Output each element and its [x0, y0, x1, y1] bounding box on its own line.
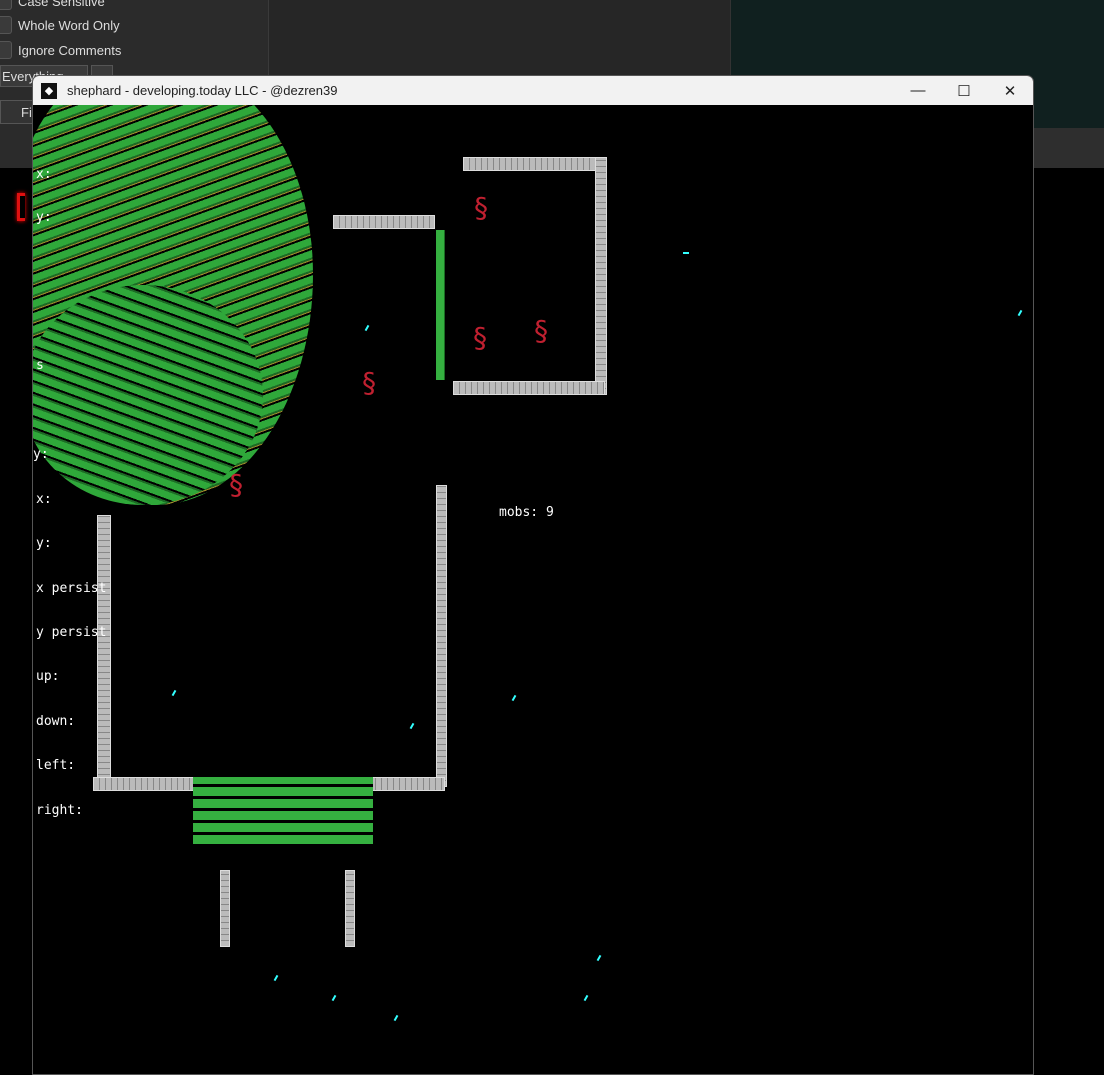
option-label: Whole Word Only [18, 17, 120, 33]
hud-left: left: [36, 758, 76, 773]
particle [683, 252, 689, 254]
title-bar[interactable]: ◆ shephard - developing.today LLC - @dez… [33, 76, 1033, 105]
mob: § [471, 321, 489, 354]
particle [1017, 309, 1023, 317]
app-icon: ◆ [41, 82, 57, 99]
ignore-comments-checkbox[interactable]: Ignore Comments [0, 40, 121, 60]
particle [409, 722, 415, 730]
minimize-button[interactable]: — [895, 76, 941, 105]
grass-wall [436, 230, 445, 380]
case-sensitive-checkbox[interactable]: Case Sensitive [0, 0, 105, 11]
particle [331, 994, 337, 1002]
hud-x: x: [36, 167, 52, 182]
maximize-button[interactable]: ☐ [941, 76, 987, 105]
particle [393, 1014, 399, 1022]
hud-y-persist: y persist [36, 625, 107, 640]
hud-x-value: x: [36, 492, 52, 507]
particle [511, 694, 517, 702]
window-title: shephard - developing.today LLC - @dezre… [67, 83, 338, 98]
particle [583, 994, 589, 1002]
grass-patch [193, 777, 373, 847]
hud-y-value: y: [36, 536, 52, 551]
whole-word-checkbox[interactable]: Whole Word Only [0, 15, 120, 35]
wall [463, 157, 605, 171]
hud-s: s [36, 358, 44, 373]
wall [333, 215, 435, 229]
wall [595, 157, 607, 395]
red-bracket-marker [17, 193, 25, 221]
option-label: Case Sensitive [18, 0, 105, 9]
mob: § [532, 314, 550, 347]
game-canvas[interactable]: § § § § § x: y: s y: x: y: x persist y p… [33, 105, 1033, 1074]
hud-down: down: [36, 714, 76, 729]
mobs-count: mobs: 9 [499, 505, 554, 520]
wall [220, 870, 230, 947]
hud-y: y: [36, 210, 52, 225]
hud-x-persist: x persist [36, 581, 107, 596]
close-button[interactable]: ✕ [987, 76, 1033, 105]
wall [97, 515, 111, 787]
hud-up: up: [36, 669, 60, 684]
particle [364, 324, 370, 332]
game-window: ◆ shephard - developing.today LLC - @dez… [32, 75, 1034, 1075]
mob: § [472, 191, 490, 224]
particle [171, 689, 177, 697]
checkbox[interactable] [0, 0, 12, 10]
wall [436, 485, 447, 787]
checkbox[interactable] [0, 16, 12, 34]
particle [273, 974, 279, 982]
wall [453, 381, 605, 395]
wall [345, 870, 355, 947]
hud-right: right: [36, 803, 83, 818]
mob: § [360, 366, 378, 399]
particle [596, 954, 602, 962]
mob: § [227, 468, 245, 501]
option-label: Ignore Comments [18, 42, 122, 58]
checkbox[interactable] [0, 41, 12, 59]
hud-y2: y: [33, 447, 49, 462]
